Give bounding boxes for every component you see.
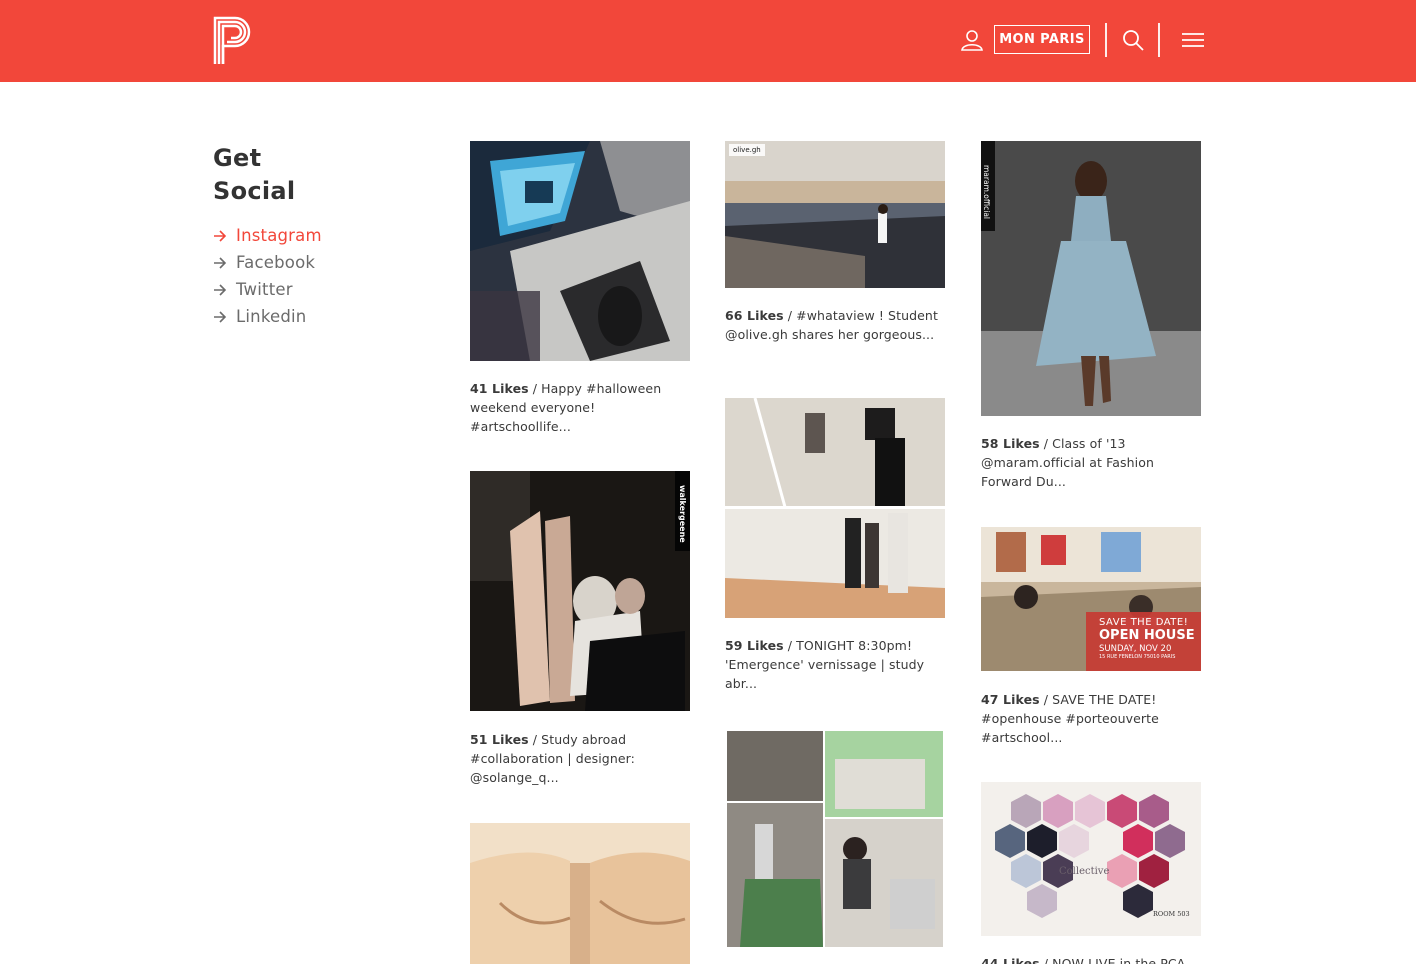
social-link-twitter[interactable]: Twitter — [213, 276, 322, 303]
header-divider — [1105, 23, 1107, 57]
social-link-linkedin[interactable]: Linkedin — [213, 303, 322, 330]
parsons-logo[interactable] — [213, 16, 255, 66]
post-caption: 44 Likes / NOW LIVE in the PCA — [981, 956, 1186, 964]
arrow-right-icon — [214, 310, 227, 323]
instagram-post-image[interactable] — [470, 141, 690, 361]
post-caption: 58 Likes / Class of '13 @maram.official … — [981, 436, 1154, 489]
room-label: ROOM 503 — [1153, 910, 1190, 918]
post-photo — [470, 141, 690, 361]
instagram-post-image[interactable]: olive.gh — [725, 141, 945, 288]
instagram-user-tag: olive.gh — [729, 144, 765, 156]
instagram-post-image[interactable] — [470, 823, 690, 964]
instagram-post-image[interactable]: walkergeene — [470, 471, 690, 711]
open-house-overlay: SAVE THE DATE! OPEN HOUSE SUNDAY, NOV 20… — [1099, 617, 1195, 660]
arrow-right-icon — [214, 229, 227, 242]
instagram-post-image[interactable] — [725, 729, 945, 949]
post-caption: 66 Likes / #whataview ! Student @olive.g… — [725, 308, 938, 342]
post-caption: 41 Likes / Happy #halloween weekend ever… — [470, 381, 662, 434]
arrow-right-icon — [214, 283, 227, 296]
header-divider — [1158, 23, 1160, 57]
post-caption: 47 Likes / SAVE THE DATE! #openhouse #po… — [981, 692, 1159, 745]
hamburger-menu-icon[interactable] — [1180, 29, 1206, 51]
post-photo — [470, 823, 690, 964]
social-link-facebook[interactable]: Facebook — [213, 249, 322, 276]
instagram-user-tag: walkergeene — [678, 485, 687, 543]
site-header: MON PARIS — [0, 0, 1416, 82]
post-photo — [725, 398, 945, 618]
social-links: Instagram Facebook Twitter Linkedin — [213, 222, 322, 330]
post-photo — [725, 729, 945, 949]
user-icon[interactable] — [960, 28, 984, 52]
social-link-instagram[interactable]: Instagram — [213, 222, 322, 249]
search-icon[interactable] — [1121, 28, 1145, 52]
post-caption: 59 Likes / TONIGHT 8:30pm! 'Emergence' v… — [725, 638, 925, 691]
get-social-heading: Get Social — [213, 144, 296, 205]
instagram-post-image[interactable]: SAVE THE DATE! OPEN HOUSE SUNDAY, NOV 20… — [981, 527, 1201, 671]
collective-label: Collective — [1059, 866, 1110, 877]
post-caption: 51 Likes / Study abroad #collaboration |… — [470, 732, 635, 785]
post-photo — [470, 471, 690, 711]
instagram-post-image[interactable]: maram.official — [981, 141, 1201, 416]
mon-paris-button[interactable]: MON PARIS — [994, 25, 1090, 54]
instagram-post-image[interactable] — [725, 398, 945, 618]
post-photo — [725, 141, 945, 288]
instagram-user-tag: maram.official — [982, 165, 991, 219]
post-photo — [981, 141, 1201, 416]
instagram-post-image[interactable]: Collective ROOM 503 — [981, 782, 1201, 936]
arrow-right-icon — [214, 256, 227, 269]
